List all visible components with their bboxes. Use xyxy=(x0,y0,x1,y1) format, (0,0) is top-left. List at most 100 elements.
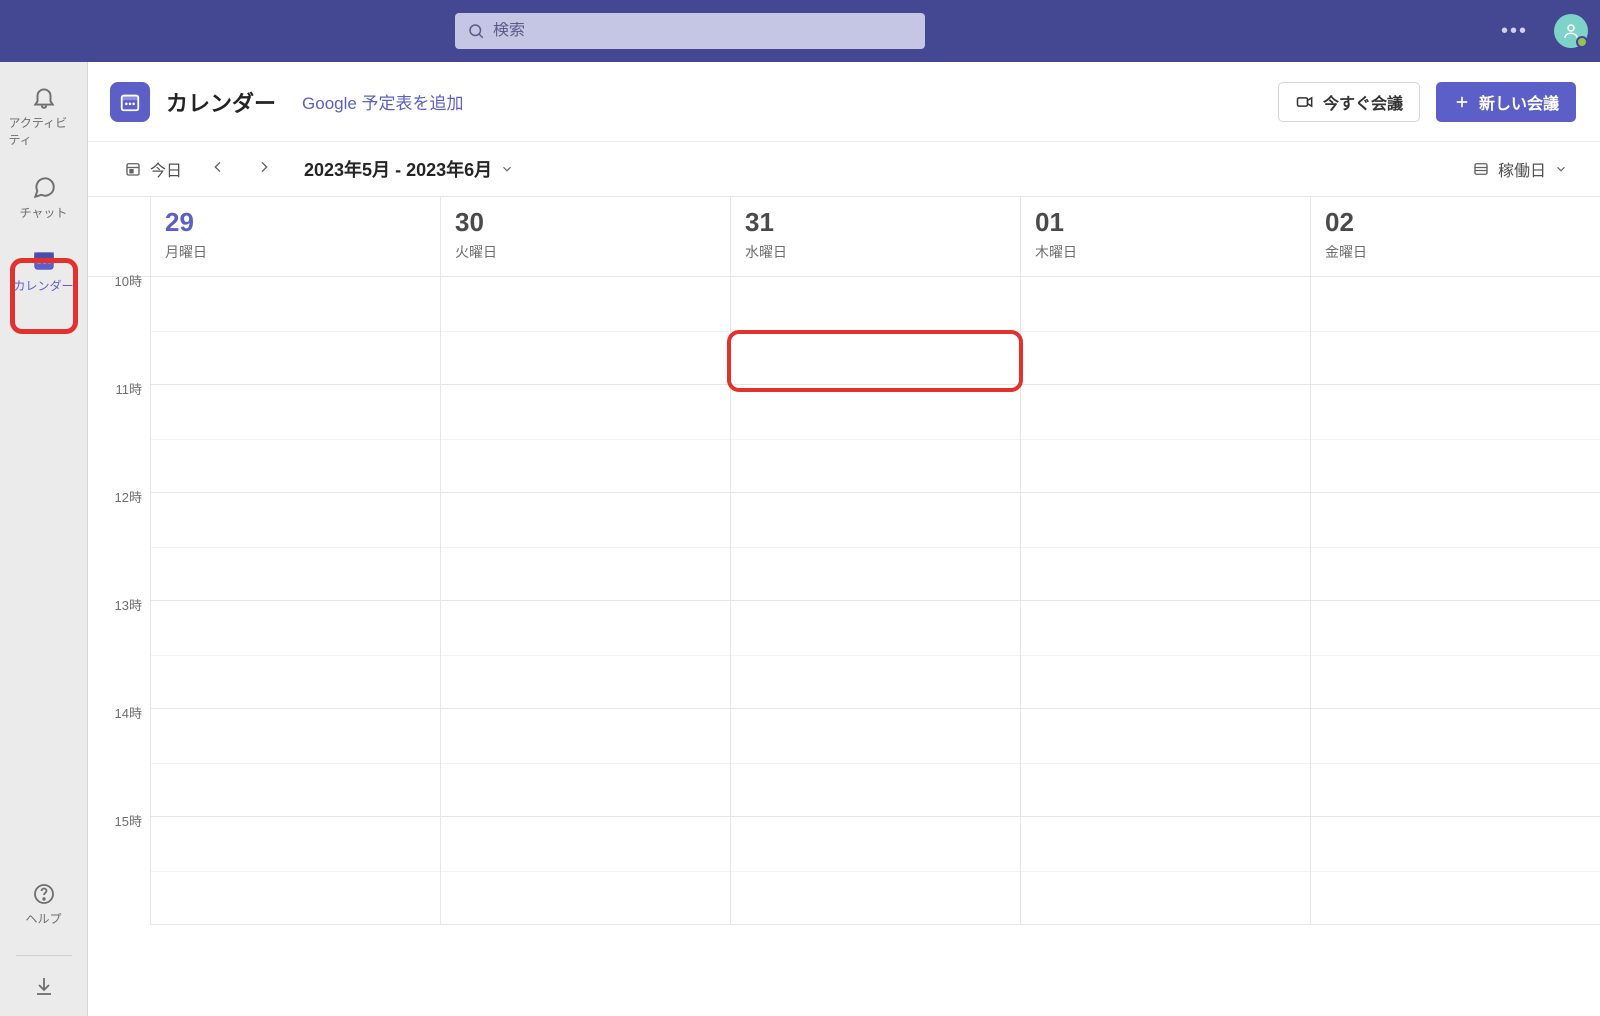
day-of-week: 水曜日 xyxy=(745,242,1006,262)
time-slot[interactable] xyxy=(1020,601,1310,709)
time-slot[interactable] xyxy=(730,493,1020,601)
time-slot[interactable] xyxy=(730,385,1020,493)
calendar-toolbar: 今日 2023年5月 - 2023年6月 稼働日 xyxy=(88,142,1600,196)
time-slot[interactable] xyxy=(1310,277,1600,385)
time-slot[interactable] xyxy=(1020,817,1310,925)
calendar-badge xyxy=(110,82,150,122)
day-of-week: 金曜日 xyxy=(1325,242,1586,262)
calendar-grid: 29月曜日30火曜日 31 水曜日 01 木曜日 02 金曜日 10時 11時 12時13時 14時… xyxy=(88,196,1600,1016)
time-slot[interactable] xyxy=(150,277,440,385)
chevron-right-icon xyxy=(256,159,272,175)
help-icon xyxy=(32,882,56,906)
rail-help[interactable]: ヘルプ xyxy=(9,874,79,937)
time-slot[interactable] xyxy=(1310,493,1600,601)
time-slot[interactable] xyxy=(730,817,1020,925)
time-label: 13時 xyxy=(115,598,142,613)
new-meeting-button[interactable]: 新しい会議 xyxy=(1436,82,1576,122)
time-label: 14時 xyxy=(115,706,142,721)
prev-week-button[interactable] xyxy=(200,153,236,186)
time-slot[interactable] xyxy=(1020,277,1310,385)
time-slot[interactable] xyxy=(1020,385,1310,493)
time-slot[interactable] xyxy=(1020,709,1310,817)
bell-icon xyxy=(31,84,57,110)
time-slot[interactable] xyxy=(150,493,440,601)
presence-indicator xyxy=(1576,36,1588,48)
chevron-down-icon xyxy=(1554,162,1568,176)
avatar[interactable] xyxy=(1554,14,1588,48)
time-slot[interactable] xyxy=(1310,709,1600,817)
day-header[interactable]: 02 金曜日 xyxy=(1310,197,1600,277)
meet-now-button[interactable]: 今すぐ会議 xyxy=(1278,82,1420,122)
view-label: 稼働日 xyxy=(1498,157,1546,181)
time-slot[interactable] xyxy=(150,601,440,709)
today-button[interactable]: 今日 xyxy=(116,151,190,187)
page-title: カレンダー xyxy=(166,86,276,118)
time-label: 11時 xyxy=(116,382,143,397)
time-label: 10時 xyxy=(115,274,142,289)
calendar-badge-icon xyxy=(119,91,141,113)
time-label: 15時 xyxy=(115,814,142,829)
rail-chat-label: チャット xyxy=(20,204,68,221)
app-rail: アクティビティ チャット カレンダー ヘルプ xyxy=(0,62,88,1016)
page-header: カレンダー Google 予定表を追加 今すぐ会議 新しい会議 xyxy=(88,62,1600,142)
main: カレンダー Google 予定表を追加 今すぐ会議 新しい会議 xyxy=(88,62,1600,1016)
rail-divider xyxy=(16,955,72,956)
today-icon xyxy=(124,160,142,178)
day-header[interactable]: 31 水曜日 xyxy=(730,197,1020,277)
next-week-button[interactable] xyxy=(246,153,282,186)
time-slot[interactable] xyxy=(1310,385,1600,493)
day-header[interactable]: 30火曜日 xyxy=(440,197,730,277)
day-number: 01 xyxy=(1035,207,1296,238)
search-input[interactable] xyxy=(493,22,913,40)
rail-activity[interactable]: アクティビティ xyxy=(9,76,79,158)
time-gutter: 13時 xyxy=(88,601,150,709)
date-range-picker[interactable]: 2023年5月 - 2023年6月 xyxy=(304,156,514,182)
view-switcher[interactable]: 稼働日 xyxy=(1464,151,1576,187)
day-of-week: 木曜日 xyxy=(1035,242,1296,262)
calendar-icon xyxy=(31,247,57,273)
time-slot[interactable] xyxy=(730,277,1020,385)
rail-chat[interactable]: チャット xyxy=(9,166,79,231)
day-header[interactable]: 01 木曜日 xyxy=(1020,197,1310,277)
time-slot[interactable] xyxy=(440,709,730,817)
list-icon xyxy=(1472,160,1490,178)
day-number: 02 xyxy=(1325,207,1586,238)
today-label: 今日 xyxy=(150,157,182,181)
titlebar: ••• xyxy=(0,0,1600,62)
meet-now-label: 今すぐ会議 xyxy=(1323,90,1403,114)
time-gutter: 11時 xyxy=(88,385,150,493)
add-google-calendar-link[interactable]: Google 予定表を追加 xyxy=(302,89,464,114)
rail-download[interactable] xyxy=(9,966,79,998)
titlebar-right: ••• xyxy=(1493,14,1588,49)
more-button[interactable]: ••• xyxy=(1493,14,1536,49)
time-slot[interactable] xyxy=(730,601,1020,709)
time-slot[interactable] xyxy=(150,385,440,493)
time-gutter: 12時 xyxy=(88,493,150,601)
time-slot[interactable] xyxy=(440,817,730,925)
rail-activity-label: アクティビティ xyxy=(9,114,79,148)
new-meeting-label: 新しい会議 xyxy=(1479,90,1559,114)
rail-help-label: ヘルプ xyxy=(25,910,61,927)
chevron-left-icon xyxy=(210,159,226,175)
day-of-week: 月曜日 xyxy=(165,242,426,262)
time-gutter: 15時 xyxy=(88,817,150,925)
time-gutter-header xyxy=(88,197,150,277)
time-slot[interactable] xyxy=(440,493,730,601)
day-header[interactable]: 29月曜日 xyxy=(150,197,440,277)
time-slot[interactable] xyxy=(1310,601,1600,709)
day-number: 31 xyxy=(745,207,1006,238)
time-slot[interactable] xyxy=(440,277,730,385)
time-slot[interactable] xyxy=(150,817,440,925)
search-box[interactable] xyxy=(455,13,925,49)
video-icon xyxy=(1295,92,1315,112)
time-slot[interactable] xyxy=(440,385,730,493)
time-slot[interactable] xyxy=(730,709,1020,817)
time-slot[interactable] xyxy=(1020,493,1310,601)
time-slot[interactable] xyxy=(1310,817,1600,925)
plus-icon xyxy=(1453,93,1471,111)
time-slot[interactable] xyxy=(440,601,730,709)
chat-icon xyxy=(31,174,57,200)
day-of-week: 火曜日 xyxy=(455,242,716,262)
rail-calendar[interactable]: カレンダー xyxy=(9,239,79,304)
time-slot[interactable] xyxy=(150,709,440,817)
